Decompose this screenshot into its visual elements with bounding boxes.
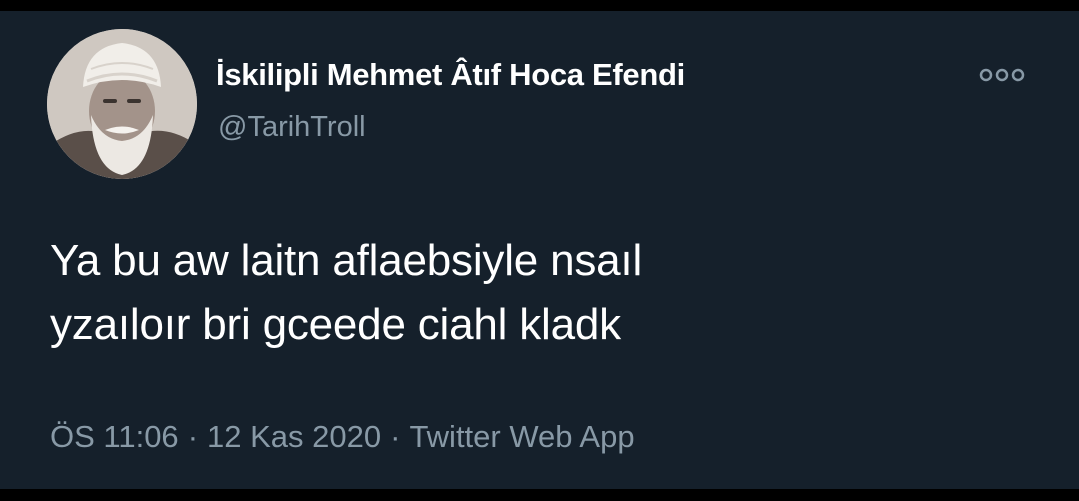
- tweet-text-line: yzaıloır bri gceede ciahl kladk: [50, 300, 621, 349]
- avatar[interactable]: [47, 29, 197, 179]
- tweet-time[interactable]: ÖS 11:06: [50, 419, 179, 454]
- meta-separator: ·: [187, 419, 199, 454]
- tweet-date[interactable]: 12 Kas 2020: [207, 419, 381, 454]
- tweet-source[interactable]: Twitter Web App: [409, 419, 634, 454]
- author-display-name[interactable]: İskilipli Mehmet Âtıf Hoca Efendi: [216, 57, 685, 93]
- tweet-meta: ÖS 11:06 · 12 Kas 2020 · Twitter Web App: [50, 419, 635, 455]
- tweet-text-line: Ya bu aw laitn aflaebsiyle nsaıl: [50, 236, 643, 285]
- tweet-text: Ya bu aw laitn aflaebsiyle nsaıl yzaıloı…: [50, 229, 1010, 357]
- author-handle[interactable]: @TarihTroll: [218, 111, 366, 144]
- more-options-icon[interactable]: [974, 63, 1030, 87]
- avatar-portrait-image: [47, 29, 197, 179]
- meta-separator: ·: [390, 419, 401, 454]
- tweet-card: İskilipli Mehmet Âtıf Hoca Efendi @Tarih…: [0, 11, 1079, 489]
